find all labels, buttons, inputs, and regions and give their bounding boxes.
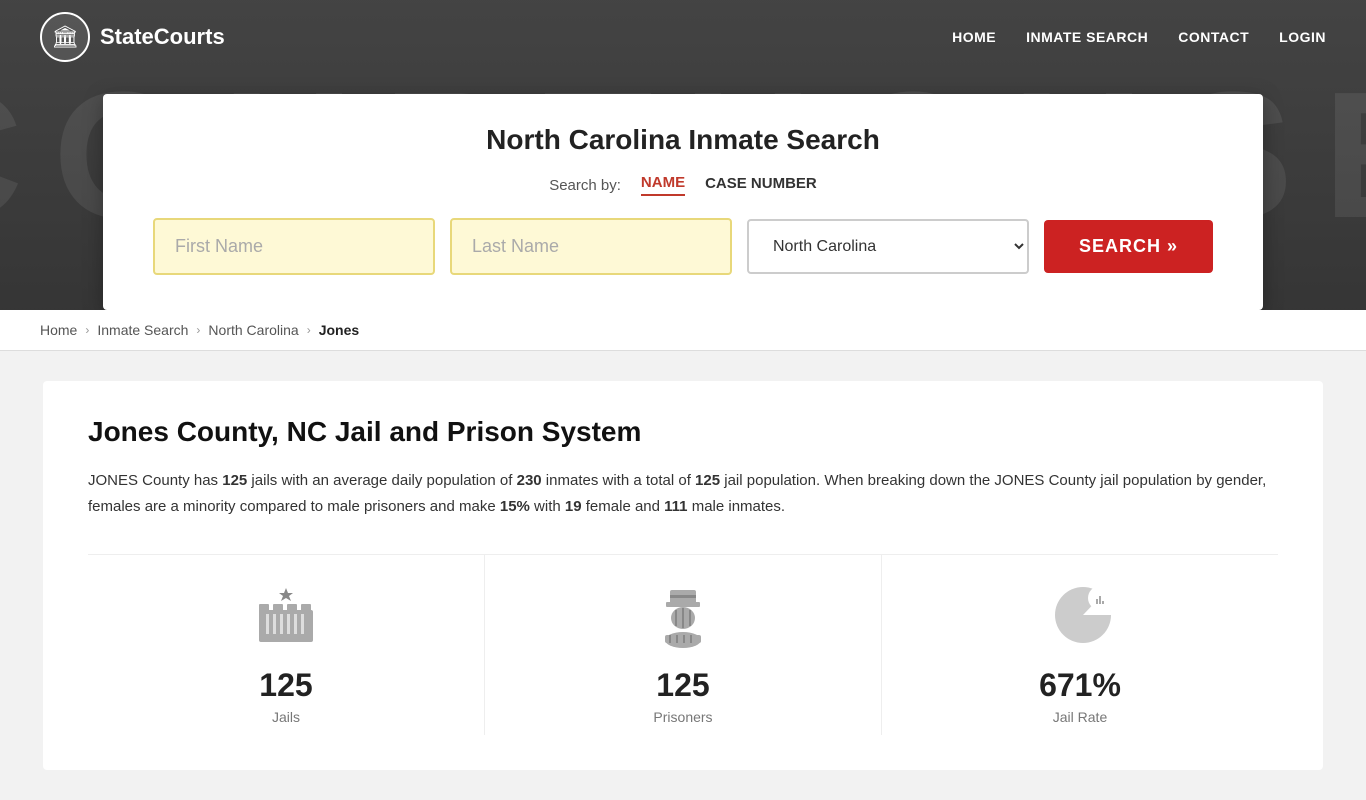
stat-jail-rate: 671% Jail Rate <box>882 555 1278 735</box>
site-name: StateCourts <box>100 24 225 50</box>
tab-name[interactable]: NAME <box>641 174 685 196</box>
navigation: 🏛 StateCourts HOME INMATE SEARCH CONTACT… <box>0 0 1366 74</box>
first-name-input[interactable] <box>153 218 435 275</box>
stat-jails: 125 Jails <box>88 555 485 735</box>
county-description: JONES County has 125 jails with an avera… <box>88 468 1278 519</box>
prisoners-count: 125 <box>656 667 709 704</box>
search-card-title: North Carolina Inmate Search <box>153 124 1213 156</box>
breadcrumb-sep-3: › <box>307 323 311 337</box>
logo-icon: 🏛 <box>40 12 90 62</box>
search-by-row: Search by: NAME CASE NUMBER <box>153 174 1213 196</box>
breadcrumb-current: Jones <box>319 322 359 338</box>
last-name-input[interactable] <box>450 218 732 275</box>
prisoners-label: Prisoners <box>653 709 712 725</box>
chart-icon <box>1040 575 1120 655</box>
jails-count: 125 <box>259 667 312 704</box>
nav-login[interactable]: LOGIN <box>1279 29 1326 45</box>
tab-case-number[interactable]: CASE NUMBER <box>705 175 817 195</box>
jail-icon <box>246 575 326 655</box>
search-inputs-row: North Carolina Alabama Alaska Arizona Ca… <box>153 218 1213 275</box>
nav-contact[interactable]: CONTACT <box>1178 29 1249 45</box>
nav-home[interactable]: HOME <box>952 29 996 45</box>
hero-section: COURTHOUSE 🏛 StateCourts HOME INMATE SEA… <box>0 0 1366 310</box>
main-content: Jones County, NC Jail and Prison System … <box>0 351 1366 800</box>
jail-rate-label: Jail Rate <box>1053 709 1107 725</box>
county-title: Jones County, NC Jail and Prison System <box>88 416 1278 448</box>
prisoner-icon <box>643 575 723 655</box>
stat-prisoners: 125 Prisoners <box>485 555 882 735</box>
breadcrumb-sep-2: › <box>196 323 200 337</box>
breadcrumb-home[interactable]: Home <box>40 322 77 338</box>
nav-links: HOME INMATE SEARCH CONTACT LOGIN <box>952 29 1326 45</box>
search-by-label: Search by: <box>549 177 621 194</box>
search-button[interactable]: SEARCH » <box>1044 220 1213 273</box>
breadcrumb-inmate-search[interactable]: Inmate Search <box>97 322 188 338</box>
nav-inmate-search[interactable]: INMATE SEARCH <box>1026 29 1148 45</box>
breadcrumb-sep-1: › <box>85 323 89 337</box>
breadcrumb: Home › Inmate Search › North Carolina › … <box>0 310 1366 351</box>
breadcrumb-state[interactable]: North Carolina <box>208 322 298 338</box>
logo-link[interactable]: 🏛 StateCourts <box>40 12 225 62</box>
state-select[interactable]: North Carolina Alabama Alaska Arizona Ca… <box>747 219 1029 274</box>
content-card: Jones County, NC Jail and Prison System … <box>43 381 1323 770</box>
stats-row: 125 Jails <box>88 554 1278 735</box>
jails-label: Jails <box>272 709 300 725</box>
search-card: North Carolina Inmate Search Search by: … <box>103 94 1263 310</box>
jail-rate-value: 671% <box>1039 667 1121 704</box>
